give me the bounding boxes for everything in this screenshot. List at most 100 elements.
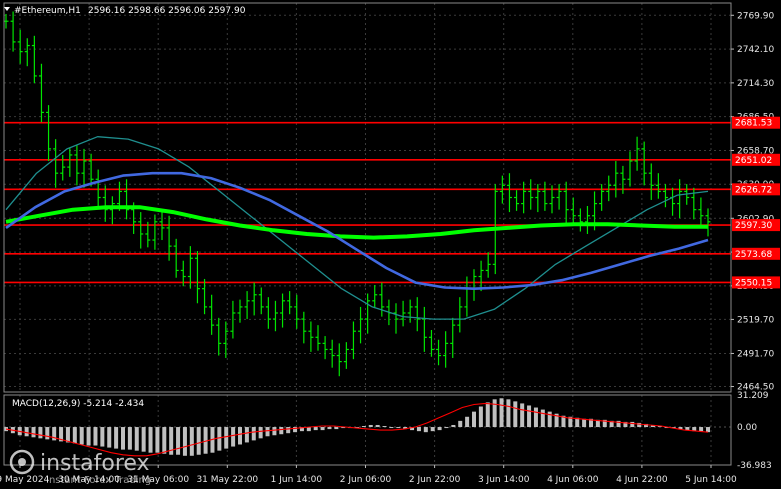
macd-histogram-bar bbox=[334, 427, 339, 430]
symbol-title: #Ethereum,H1 bbox=[14, 6, 81, 16]
macd-histogram-bar bbox=[320, 427, 325, 431]
x-tick-label: 5 Jun 14:00 bbox=[685, 475, 737, 485]
macd-histogram-bar bbox=[382, 426, 387, 428]
macd-histogram-bar bbox=[630, 421, 635, 428]
macd-histogram-bar bbox=[100, 427, 105, 447]
macd-title: MACD(12,26,9) -5.214 -2.434 bbox=[12, 399, 144, 409]
x-tick-label: 2 Jun 06:00 bbox=[340, 475, 392, 485]
macd-histogram-bar bbox=[706, 427, 710, 433]
macd-histogram-bar bbox=[141, 427, 146, 452]
macd-histogram-bar bbox=[430, 427, 435, 432]
macd-signal-line bbox=[5, 402, 709, 457]
macd-histogram-bar bbox=[238, 427, 242, 445]
macd-histogram-bar bbox=[699, 427, 704, 432]
macd-histogram-bar bbox=[38, 427, 43, 439]
dropdown-arrow-icon[interactable] bbox=[4, 7, 10, 11]
macd-histogram-bar bbox=[458, 420, 463, 428]
macd-histogram-bar bbox=[272, 427, 277, 436]
macd-histogram-bar bbox=[217, 427, 222, 451]
price-level-label: 2681.53 bbox=[735, 119, 772, 129]
macd-histogram-bar bbox=[231, 427, 236, 447]
macd-histogram-bar bbox=[389, 427, 394, 429]
macd-histogram-bar bbox=[685, 427, 690, 431]
macd-histogram-bar bbox=[478, 406, 483, 428]
ma-mid-line bbox=[5, 205, 708, 240]
y-tick-label: 2519.70 bbox=[737, 315, 774, 325]
x-tick-label: 2 Jun 22:00 bbox=[409, 475, 461, 485]
x-tick-label: 31 May 22:00 bbox=[196, 475, 258, 485]
macd-histogram-bar bbox=[72, 427, 77, 444]
y-tick-label: 2742.10 bbox=[737, 45, 774, 55]
macd-histogram-bar bbox=[155, 427, 160, 453]
macd-histogram-bar bbox=[396, 427, 401, 429]
macd-histogram-bar bbox=[182, 427, 187, 456]
price-level-label: 2597.30 bbox=[735, 221, 772, 231]
macd-histogram-bar bbox=[368, 424, 373, 428]
macd-histogram-bar bbox=[313, 427, 318, 431]
macd-histogram-bar bbox=[189, 427, 194, 456]
macd-histogram-bar bbox=[107, 427, 112, 448]
macd-histogram-bar bbox=[416, 427, 421, 432]
macd-histogram-bar bbox=[513, 401, 518, 428]
macd-histogram-bar bbox=[244, 427, 249, 443]
macd-histogram-bar bbox=[527, 405, 532, 428]
watermark-brand: instaforex bbox=[40, 451, 150, 476]
price-level-label: 2626.72 bbox=[735, 185, 772, 195]
macd-histogram-bar bbox=[582, 418, 587, 428]
macd-histogram-bar bbox=[492, 399, 497, 428]
macd-histogram-bar bbox=[114, 427, 119, 449]
macd-histogram-bar bbox=[279, 427, 284, 435]
macd-histogram-bar bbox=[31, 427, 36, 438]
macd-histogram-bar bbox=[423, 427, 428, 433]
x-tick-label: 4 Jun 06:00 bbox=[547, 475, 599, 485]
macd-histogram-bar bbox=[176, 427, 181, 455]
macd-histogram-bar bbox=[251, 427, 256, 441]
macd-histogram-bar bbox=[286, 427, 291, 434]
x-tick-label: 3 Jun 14:00 bbox=[478, 475, 530, 485]
macd-histogram-bar bbox=[121, 427, 125, 450]
macd-histogram-bar bbox=[196, 427, 201, 455]
macd-histogram-bar bbox=[506, 399, 511, 428]
macd-histogram-bar bbox=[127, 427, 132, 450]
macd-histogram-bar bbox=[24, 427, 29, 437]
macd-histogram-bar bbox=[361, 426, 366, 428]
macd-histogram-bar bbox=[45, 427, 50, 440]
price-level-label: 2550.15 bbox=[735, 278, 772, 288]
macd-y-tick-label: 31.209 bbox=[737, 391, 769, 401]
macd-y-tick-label: 0.00 bbox=[737, 423, 757, 433]
macd-histogram-bar bbox=[444, 427, 449, 429]
macd-histogram-bar bbox=[93, 427, 98, 446]
macd-histogram-bar bbox=[162, 427, 167, 454]
macd-histogram-bar bbox=[465, 416, 470, 428]
macd-histogram-bar bbox=[327, 427, 332, 430]
macd-histogram-bar bbox=[437, 427, 442, 431]
ma-fast-line bbox=[5, 136, 709, 320]
y-tick-label: 2769.90 bbox=[737, 11, 774, 21]
macd-histogram-bar bbox=[520, 403, 525, 428]
macd-histogram-bar bbox=[134, 427, 139, 451]
macd-histogram-bar bbox=[499, 398, 504, 428]
x-tick-label: 1 Jun 14:00 bbox=[271, 475, 323, 485]
macd-histogram-bar bbox=[485, 402, 490, 428]
chart-header: #Ethereum,H1 2596.16 2598.66 2596.06 259… bbox=[4, 6, 246, 16]
price-chart[interactable]: 2769.902742.102714.302686.502658.702630.… bbox=[0, 0, 781, 489]
macd-y-tick-label: -36.983 bbox=[737, 461, 772, 471]
macd-histogram-bar bbox=[86, 427, 91, 446]
ma-slow-line bbox=[5, 171, 709, 291]
macd-histogram-bar bbox=[224, 427, 229, 449]
macd-histogram-bar bbox=[265, 427, 270, 437]
macd-histogram-bar bbox=[79, 427, 84, 445]
y-tick-label: 2714.30 bbox=[737, 79, 774, 89]
macd-histogram-bar bbox=[451, 424, 456, 428]
price-level-label: 2651.02 bbox=[735, 156, 772, 166]
macd-histogram-bar bbox=[375, 424, 380, 428]
macd-histogram-bar bbox=[258, 427, 263, 439]
price-level-label: 2573.68 bbox=[735, 250, 772, 260]
macd-histogram-bar bbox=[540, 409, 545, 428]
ohlc-readout: 2596.16 2598.66 2596.06 2597.90 bbox=[88, 6, 246, 16]
macd-histogram-bar bbox=[533, 407, 538, 428]
y-tick-label: 2491.70 bbox=[737, 349, 774, 359]
macd-histogram-bar bbox=[472, 411, 476, 428]
macd-histogram-bar bbox=[65, 427, 70, 443]
x-tick-label: 29 May 2024 bbox=[0, 475, 50, 485]
